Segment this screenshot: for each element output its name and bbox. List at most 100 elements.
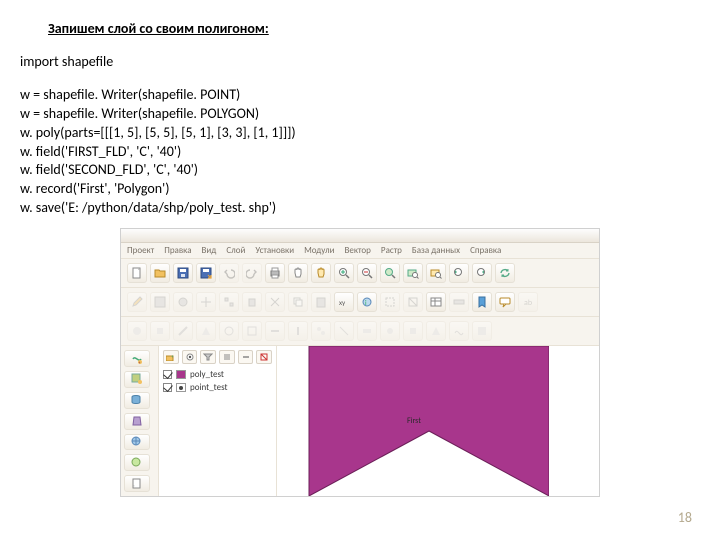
- extra-5-icon[interactable]: [219, 321, 239, 341]
- remove-layer-icon[interactable]: [256, 350, 272, 364]
- extra-11-icon[interactable]: [357, 321, 377, 341]
- layer-item-point[interactable]: point_test: [163, 381, 272, 394]
- refresh-icon[interactable]: [495, 263, 515, 283]
- zoom-full-icon[interactable]: [380, 263, 400, 283]
- new-doc-icon[interactable]: [127, 263, 147, 283]
- side-toolbar: + ,: [121, 346, 159, 496]
- add-postgis-icon[interactable]: [124, 392, 150, 409]
- zoom-next-icon[interactable]: [472, 263, 492, 283]
- label-icon[interactable]: ab: [518, 292, 538, 312]
- manage-visibility-icon[interactable]: [182, 350, 198, 364]
- extra-1-icon[interactable]: [127, 321, 147, 341]
- menu-layer[interactable]: Слой: [226, 245, 245, 256]
- layer-checkbox[interactable]: [163, 383, 172, 392]
- redo-icon[interactable]: [242, 263, 262, 283]
- identify-icon[interactable]: i: [357, 292, 377, 312]
- delete-feature-icon[interactable]: [242, 292, 262, 312]
- add-wms-icon[interactable]: [124, 434, 150, 451]
- menu-vector[interactable]: Вектор: [345, 245, 371, 256]
- extra-12-icon[interactable]: [380, 321, 400, 341]
- save-as-icon[interactable]: [196, 263, 216, 283]
- add-group-icon[interactable]: +: [163, 350, 179, 364]
- extra-14-icon[interactable]: [426, 321, 446, 341]
- svg-text:ab: ab: [524, 298, 532, 308]
- code-line: w. save('E: /python/data/shp/poly_test. …: [20, 199, 700, 218]
- collapse-all-icon[interactable]: [238, 350, 254, 364]
- code-line: w = shapefile. Writer(shapefile. POINT): [20, 86, 700, 105]
- add-wfs-icon[interactable]: [124, 454, 150, 471]
- bookmark-icon[interactable]: [472, 292, 492, 312]
- map-canvas[interactable]: First: [277, 346, 599, 496]
- menubar: Проект Правка Вид Слой Установки Модули …: [121, 243, 599, 259]
- menu-settings[interactable]: Установки: [255, 245, 294, 256]
- copy-icon[interactable]: [288, 292, 308, 312]
- move-feature-icon[interactable]: [196, 292, 216, 312]
- code-line: w = shapefile. Writer(shapefile. POLYGON…: [20, 105, 700, 124]
- menu-raster[interactable]: Растр: [381, 245, 402, 256]
- toolbar-row-2: xy i ab: [121, 288, 599, 317]
- undo-icon[interactable]: [219, 263, 239, 283]
- svg-text:+: +: [171, 354, 174, 360]
- slide-heading: Запишем слой со своим полигоном:: [48, 20, 700, 37]
- zoom-last-icon[interactable]: [449, 263, 469, 283]
- extra-13-icon[interactable]: [403, 321, 423, 341]
- menu-help[interactable]: Справка: [470, 245, 501, 256]
- extra-7-icon[interactable]: [265, 321, 285, 341]
- save-icon[interactable]: [173, 263, 193, 283]
- zoom-in-icon[interactable]: [334, 263, 354, 283]
- extra-6-icon[interactable]: [242, 321, 262, 341]
- layer-item-poly[interactable]: poly_test: [163, 368, 272, 381]
- extra-2-icon[interactable]: [150, 321, 170, 341]
- zoom-selection-icon[interactable]: [426, 263, 446, 283]
- svg-text:xy: xy: [339, 298, 346, 307]
- xy-label-icon[interactable]: xy: [334, 292, 354, 312]
- print-icon[interactable]: [265, 263, 285, 283]
- paste-icon[interactable]: [311, 292, 331, 312]
- save-edits-icon[interactable]: [150, 292, 170, 312]
- zoom-layer-icon[interactable]: [403, 263, 423, 283]
- zoom-out-icon[interactable]: [357, 263, 377, 283]
- add-spatialite-icon[interactable]: [124, 413, 150, 430]
- code-block: import shapefile w = shapefile. Writer(s…: [20, 53, 700, 218]
- pan-hand-icon[interactable]: [288, 263, 308, 283]
- add-vector-icon[interactable]: +: [124, 350, 150, 367]
- extra-16-icon[interactable]: [472, 321, 492, 341]
- layer-checkbox[interactable]: [163, 370, 172, 379]
- select-icon[interactable]: [380, 292, 400, 312]
- layer-panel: + poly_test point_test: [159, 346, 277, 496]
- node-tool-icon[interactable]: [219, 292, 239, 312]
- measure-icon[interactable]: [449, 292, 469, 312]
- add-feature-icon[interactable]: [173, 292, 193, 312]
- menu-project[interactable]: Проект: [127, 245, 154, 256]
- gis-app-window: Проект Правка Вид Слой Установки Модули …: [120, 228, 600, 497]
- extra-15-icon[interactable]: [449, 321, 469, 341]
- filter-layers-icon[interactable]: [200, 350, 216, 364]
- extra-9-icon[interactable]: [311, 321, 331, 341]
- code-line: w. field('FIRST_FLD', 'C', '40'): [20, 143, 700, 162]
- menu-edit[interactable]: Правка: [164, 245, 191, 256]
- toolbar-row-3: [121, 317, 599, 346]
- attributes-icon[interactable]: [426, 292, 446, 312]
- svg-text:+: +: [139, 361, 141, 365]
- open-folder-icon[interactable]: [150, 263, 170, 283]
- edit-pencil-icon[interactable]: [127, 292, 147, 312]
- layer-swatch-point-icon: [176, 383, 186, 392]
- deselect-icon[interactable]: [403, 292, 423, 312]
- menu-view[interactable]: Вид: [202, 245, 217, 256]
- extra-8-icon[interactable]: [288, 321, 308, 341]
- feature-label: First: [407, 416, 421, 426]
- extra-4-icon[interactable]: [196, 321, 216, 341]
- extra-10-icon[interactable]: [334, 321, 354, 341]
- menu-db[interactable]: База данных: [412, 245, 460, 256]
- add-csv-icon[interactable]: ,: [124, 475, 150, 492]
- cut-icon[interactable]: [265, 292, 285, 312]
- layer-name: poly_test: [190, 369, 224, 380]
- code-line: w. poly(parts=[[[1, 5], [5, 5], [5, 1], …: [20, 124, 700, 143]
- expand-all-icon[interactable]: [219, 350, 235, 364]
- extra-3-icon[interactable]: [173, 321, 193, 341]
- tips-icon[interactable]: [495, 292, 515, 312]
- pan-selection-icon[interactable]: [311, 263, 331, 283]
- add-raster-icon[interactable]: [124, 371, 150, 388]
- menu-plugins[interactable]: Модули: [304, 245, 334, 256]
- code-line: w. field('SECOND_FLD', 'C', '40'): [20, 161, 700, 180]
